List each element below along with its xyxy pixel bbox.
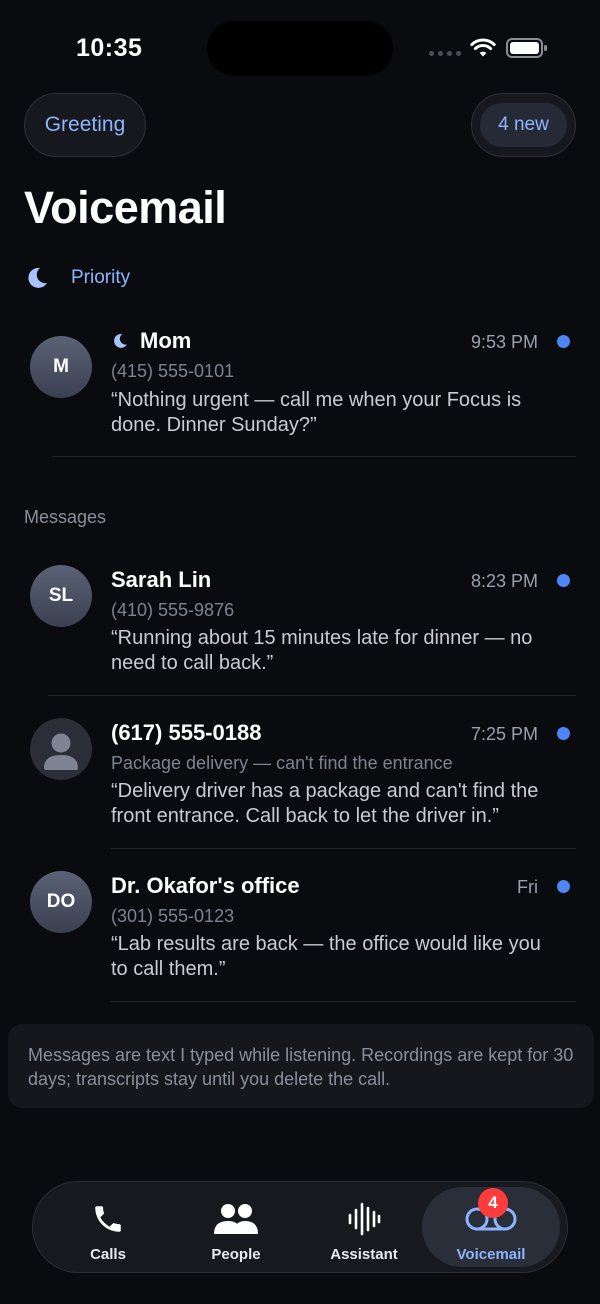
transcript-preview: “Lab results are back — the office would… [111,933,541,980]
caller-name: Dr. Okafor's office [111,873,300,898]
unread-indicator [557,335,570,348]
priority-label: Priority [71,267,131,288]
tab-label: Voicemail [456,1246,526,1263]
moon-icon [28,267,47,288]
divider [111,1001,576,1002]
divider [111,848,576,849]
unread-indicator [557,727,570,740]
call-reason: Package delivery — can't find the entran… [111,753,453,773]
caller-name: (617) 555-0188 [111,720,262,745]
status-bar: 10:35 [0,0,600,96]
tab-people[interactable]: People [173,1182,299,1271]
voicemail-row-unknown-caller[interactable]: (617) 555-0188 7:25 PM Package delivery … [0,715,600,851]
divider [52,456,576,457]
voicemail-row-mom[interactable]: M Mom 9:53 PM (415) 555-0101 “Nothing ur… [0,322,600,458]
new-count-pill: 4 new [480,103,567,147]
tab-label: People [211,1246,261,1263]
caller-name: Sarah Lin [111,567,212,592]
voicemail-count-badge: 4 [478,1188,508,1218]
cellular-signal-icon [429,51,461,56]
transcript-preview: “Delivery driver has a package and can't… [111,780,539,827]
page-title: Voicemail [24,182,227,233]
transcript-preview: “Running about 15 minutes late for dinne… [111,627,533,674]
tab-label: Calls [90,1246,126,1263]
voicemail-row-dr-okafor[interactable]: DO Dr. Okafor's office Fri (301) 555-012… [0,868,600,1004]
battery-icon [506,38,547,58]
new-voicemails-button[interactable]: 4 new [471,93,576,157]
caller-number: (301) 555-0123 [111,906,235,926]
moon-icon [114,333,127,348]
tab-label: Assistant [330,1246,398,1263]
unread-indicator [557,880,570,893]
voicemail-time: 9:53 PM [470,332,538,352]
transcript-info-note: Messages are text I typed while listenin… [8,1024,594,1108]
phone-icon [95,1206,121,1232]
caller-number: (410) 555-9876 [111,600,235,620]
new-count-label: 4 new [498,114,549,135]
avatar: DO [30,871,92,933]
transcript-preview: “Nothing urgent — call me when your Focu… [111,389,522,436]
avatar: M [30,336,92,398]
tab-assistant[interactable]: Assistant [301,1182,427,1271]
unread-indicator [557,574,570,587]
voicemail-time: 7:25 PM [470,724,538,744]
caller-number: (415) 555-0101 [111,361,235,381]
status-time: 10:35 [76,34,143,62]
voicemail-time: 8:23 PM [470,571,538,591]
people-icon [214,1204,258,1234]
divider [48,695,576,696]
tab-calls[interactable]: Calls [45,1182,171,1271]
greeting-label: Greeting [44,113,126,136]
voicemail-time: Fri [517,877,538,897]
voicemail-row-sarah-lin[interactable]: SL Sarah Lin 8:23 PM (410) 555-9876 “Run… [0,562,600,698]
person-placeholder-icon [44,733,78,770]
greeting-button[interactable]: Greeting [24,93,146,157]
avatar [30,718,92,780]
priority-section-header: Priority [24,262,130,294]
caller-name: Mom [111,328,191,354]
wifi-icon [470,38,496,57]
messages-section-label: Messages [24,507,107,527]
avatar: SL [30,565,92,627]
waveform-icon [348,1202,381,1236]
dynamic-island [207,21,393,76]
